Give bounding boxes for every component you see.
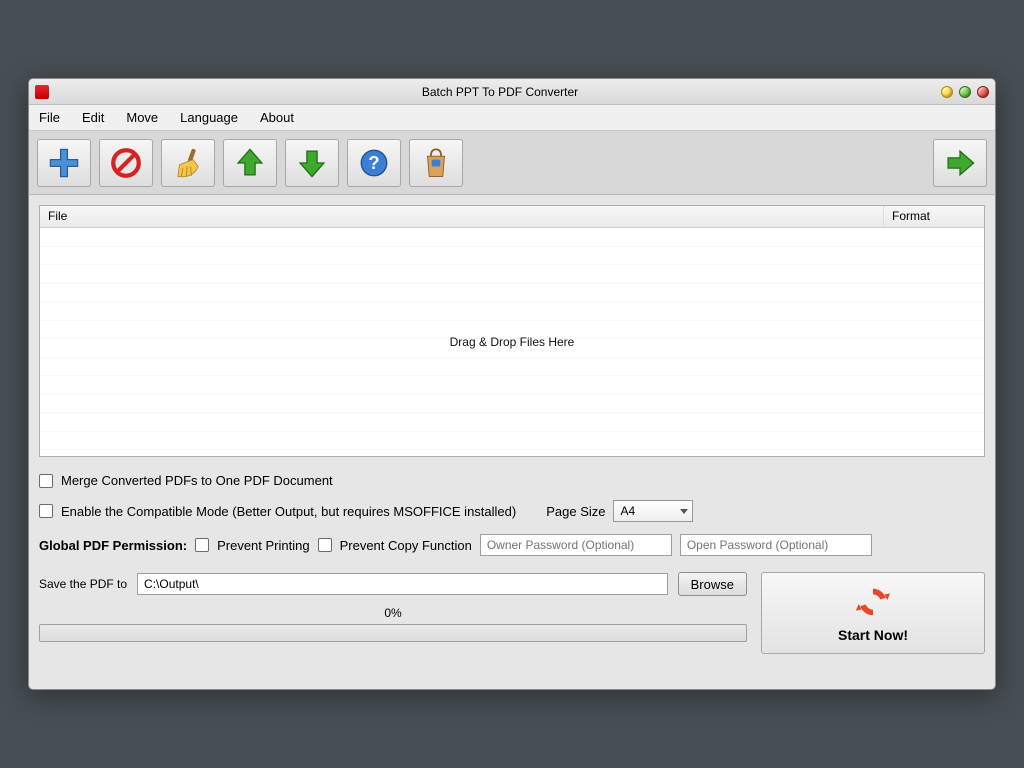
minimize-button[interactable] <box>941 86 953 98</box>
column-format[interactable]: Format <box>884 206 984 227</box>
compat-label: Enable the Compatible Mode (Better Outpu… <box>61 504 516 519</box>
merge-checkbox[interactable] <box>39 474 53 488</box>
file-list: File Format Drag & Drop Files Here <box>39 205 985 457</box>
help-icon: ? <box>357 146 391 180</box>
move-down-button[interactable] <box>285 139 339 187</box>
plus-icon <box>47 146 81 180</box>
drop-hint: Drag & Drop Files Here <box>450 335 575 349</box>
chevron-down-icon <box>680 509 688 514</box>
save-label: Save the PDF to <box>39 577 127 591</box>
clear-button[interactable] <box>161 139 215 187</box>
progress-label: 0% <box>384 606 401 620</box>
svg-text:?: ? <box>368 151 379 172</box>
menu-file[interactable]: File <box>39 110 60 125</box>
refresh-icon <box>853 583 893 621</box>
bottom-panel: Save the PDF to Browse 0% Start Now! <box>29 566 995 666</box>
window-controls <box>941 86 989 98</box>
arrow-down-icon <box>295 146 329 180</box>
maximize-button[interactable] <box>959 86 971 98</box>
list-header: File Format <box>40 206 984 228</box>
open-password-input[interactable] <box>680 534 872 556</box>
move-up-button[interactable] <box>223 139 277 187</box>
prevent-print-label: Prevent Printing <box>217 538 310 553</box>
broom-icon <box>171 146 205 180</box>
start-label: Start Now! <box>838 627 908 643</box>
column-file[interactable]: File <box>40 206 884 227</box>
options-panel: Merge Converted PDFs to One PDF Document… <box>29 457 995 566</box>
prevent-copy-label: Prevent Copy Function <box>340 538 472 553</box>
titlebar: Batch PPT To PDF Converter <box>29 79 995 105</box>
drop-zone[interactable]: Drag & Drop Files Here <box>40 228 984 456</box>
go-button[interactable] <box>933 139 987 187</box>
forbidden-icon <box>109 146 143 180</box>
window-title: Batch PPT To PDF Converter <box>59 85 941 99</box>
arrow-right-icon <box>943 146 977 180</box>
menu-move[interactable]: Move <box>126 110 158 125</box>
owner-password-input[interactable] <box>480 534 672 556</box>
app-window: Batch PPT To PDF Converter File Edit Mov… <box>28 78 996 690</box>
browse-button[interactable]: Browse <box>678 572 747 596</box>
shopping-bag-icon <box>419 146 453 180</box>
add-button[interactable] <box>37 139 91 187</box>
page-size-value: A4 <box>620 504 635 518</box>
progress-bar <box>39 624 747 642</box>
compat-checkbox[interactable] <box>39 504 53 518</box>
arrow-up-icon <box>233 146 267 180</box>
page-size-label: Page Size <box>546 504 605 519</box>
menu-edit[interactable]: Edit <box>82 110 104 125</box>
prevent-print-checkbox[interactable] <box>195 538 209 552</box>
buy-button[interactable] <box>409 139 463 187</box>
remove-button[interactable] <box>99 139 153 187</box>
toolbar: ? <box>29 131 995 195</box>
menu-language[interactable]: Language <box>180 110 238 125</box>
close-button[interactable] <box>977 86 989 98</box>
help-button[interactable]: ? <box>347 139 401 187</box>
app-icon <box>35 85 49 99</box>
output-path-input[interactable] <box>137 573 668 595</box>
menubar: File Edit Move Language About <box>29 105 995 131</box>
menu-about[interactable]: About <box>260 110 294 125</box>
prevent-copy-checkbox[interactable] <box>318 538 332 552</box>
page-size-select[interactable]: A4 <box>613 500 693 522</box>
merge-label: Merge Converted PDFs to One PDF Document <box>61 473 333 488</box>
permission-label: Global PDF Permission: <box>39 538 187 553</box>
start-button[interactable]: Start Now! <box>761 572 985 654</box>
